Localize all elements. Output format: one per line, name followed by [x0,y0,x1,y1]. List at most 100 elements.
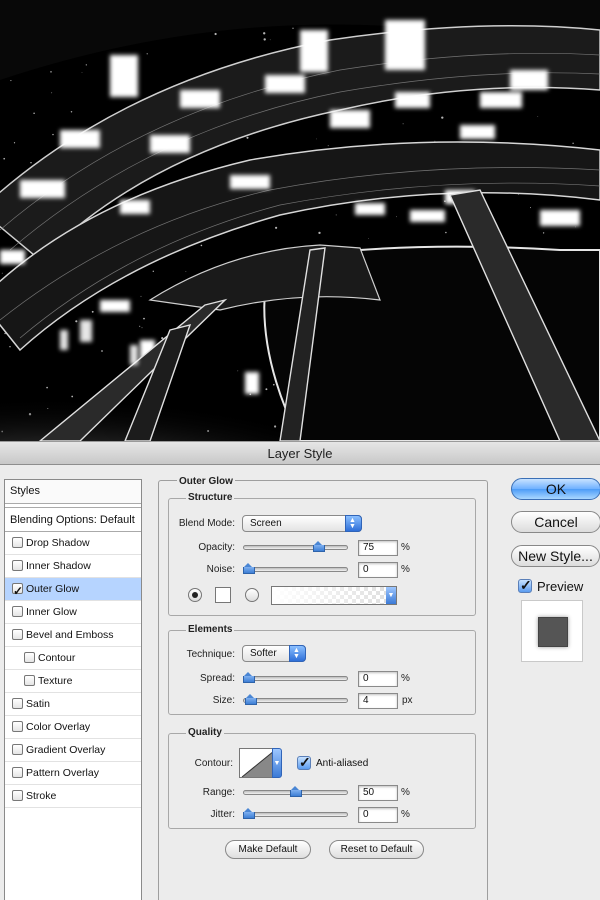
outer-glow-title: Outer Glow [177,476,235,487]
preview-label: Preview [537,579,584,594]
contour-picker[interactable] [239,748,275,778]
style-item-checkbox[interactable] [12,560,23,571]
anti-aliased-checkbox[interactable] [297,754,311,771]
style-item-checkbox[interactable] [12,767,23,778]
contour-dropdown-icon[interactable]: ▼ [272,748,282,778]
noise-input[interactable]: 0 [358,562,398,578]
solid-color-radio[interactable] [188,588,202,602]
style-item-checkbox[interactable] [24,675,35,686]
style-item-checkbox[interactable] [12,744,23,755]
updown-arrows-icon: ▲ ▼ [345,515,362,532]
dropdown-arrow-icon[interactable]: ▼ [386,587,396,604]
styles-header[interactable]: Styles [5,480,141,504]
style-item-texture[interactable]: Texture [5,670,141,693]
new-style-button[interactable]: New Style... [511,545,600,567]
blend-mode-select[interactable]: Screen ▲ ▼ [242,515,362,532]
style-item-drop-shadow[interactable]: Drop Shadow [5,532,141,555]
jitter-input[interactable]: 0 [358,807,398,823]
style-item-contour[interactable]: Contour [5,647,141,670]
style-item-label: Outer Glow [26,583,80,595]
jitter-slider[interactable] [243,808,348,819]
technique-label: Technique: [186,649,235,660]
style-item-label: Contour [38,652,76,664]
style-item-gradient-overlay[interactable]: Gradient Overlay [5,739,141,762]
style-item-label: Satin [26,698,50,710]
spread-label: Spread: [199,673,235,684]
range-input[interactable]: 50 [358,785,398,801]
blending-options-item[interactable]: Blending Options: Default [5,507,141,532]
style-item-outer-glow[interactable]: Outer Glow [5,578,141,602]
style-item-checkbox[interactable] [12,629,23,640]
style-item-label: Gradient Overlay [26,744,106,756]
updown-arrows-icon: ▲ ▼ [289,645,306,662]
blend-mode-value: Screen [250,518,282,529]
style-item-checkbox[interactable] [12,698,23,709]
dialog-title: Layer Style [0,441,600,465]
opacity-slider[interactable] [243,541,348,552]
opacity-label: Opacity: [198,542,235,553]
spread-slider-thumb[interactable] [243,672,255,683]
technique-select[interactable]: Softer ▲ ▼ [242,645,306,662]
preview-checkbox[interactable] [518,577,532,594]
linear-contour-icon [241,750,274,777]
style-item-label: Inner Glow [26,606,77,618]
style-item-checkbox[interactable] [12,537,23,548]
style-item-stroke[interactable]: Stroke [5,785,141,808]
range-slider-thumb[interactable] [289,786,302,797]
style-item-inner-shadow[interactable]: Inner Shadow [5,555,141,578]
spread-unit: % [401,673,410,684]
jitter-unit: % [401,809,410,820]
style-item-pattern-overlay[interactable]: Pattern Overlay [5,762,141,785]
gradient-radio[interactable] [245,588,259,602]
noise-slider[interactable] [243,563,348,574]
opacity-input[interactable]: 75 [358,540,398,556]
make-default-button[interactable]: Make Default [225,840,311,859]
size-slider-thumb[interactable] [244,694,257,705]
size-unit: px [402,695,413,706]
quality-title: Quality [186,727,224,738]
spread-slider[interactable] [243,672,348,683]
size-label: Size: [212,695,235,706]
style-item-label: Pattern Overlay [26,767,99,779]
ok-button[interactable]: OK [511,478,600,500]
style-item-checkbox[interactable] [12,580,23,602]
style-item-label: Texture [38,675,73,687]
noise-unit: % [401,564,410,575]
jitter-slider-thumb[interactable] [243,808,255,819]
style-item-satin[interactable]: Satin [5,693,141,716]
reset-to-default-button[interactable]: Reset to Default [329,840,424,859]
range-slider[interactable] [243,786,348,797]
style-item-inner-glow[interactable]: Inner Glow [5,601,141,624]
style-item-label: Drop Shadow [26,537,90,549]
anti-aliased-label: Anti-aliased [316,758,369,769]
range-label: Range: [202,787,235,798]
cancel-button[interactable]: Cancel [511,511,600,533]
style-item-checkbox[interactable] [24,652,35,663]
spread-input[interactable]: 0 [358,671,398,687]
style-item-checkbox[interactable] [12,721,23,732]
styles-list: Styles Blending Options: Default Drop Sh… [4,479,142,900]
noise-slider-thumb[interactable] [243,563,255,574]
style-item-label: Inner Shadow [26,560,91,572]
elements-title: Elements [186,624,235,635]
blend-mode-label: Blend Mode: [178,518,235,529]
artwork-canvas [0,0,600,441]
sci-fi-ring-artwork [0,0,600,441]
gradient-picker[interactable]: ▼ [271,586,397,605]
contour-label: Contour: [194,758,233,769]
opacity-slider-thumb[interactable] [312,541,325,552]
style-items: Drop Shadow Inner Shadow Outer Glow Inner G… [5,532,141,808]
style-item-checkbox[interactable] [12,606,23,617]
noise-label: Noise: [206,564,235,575]
style-item-color-overlay[interactable]: Color Overlay [5,716,141,739]
glow-color-swatch[interactable] [215,587,231,603]
structure-title: Structure [186,492,235,503]
size-slider[interactable] [243,694,348,705]
technique-value: Softer [250,648,277,659]
style-item-checkbox[interactable] [12,790,23,801]
size-input[interactable]: 4 [358,693,398,709]
style-item-label: Stroke [26,790,57,802]
style-preview-thumbnail [521,600,583,662]
style-item-bevel-and-emboss[interactable]: Bevel and Emboss [5,624,141,647]
style-item-label: Bevel and Emboss [26,629,114,641]
